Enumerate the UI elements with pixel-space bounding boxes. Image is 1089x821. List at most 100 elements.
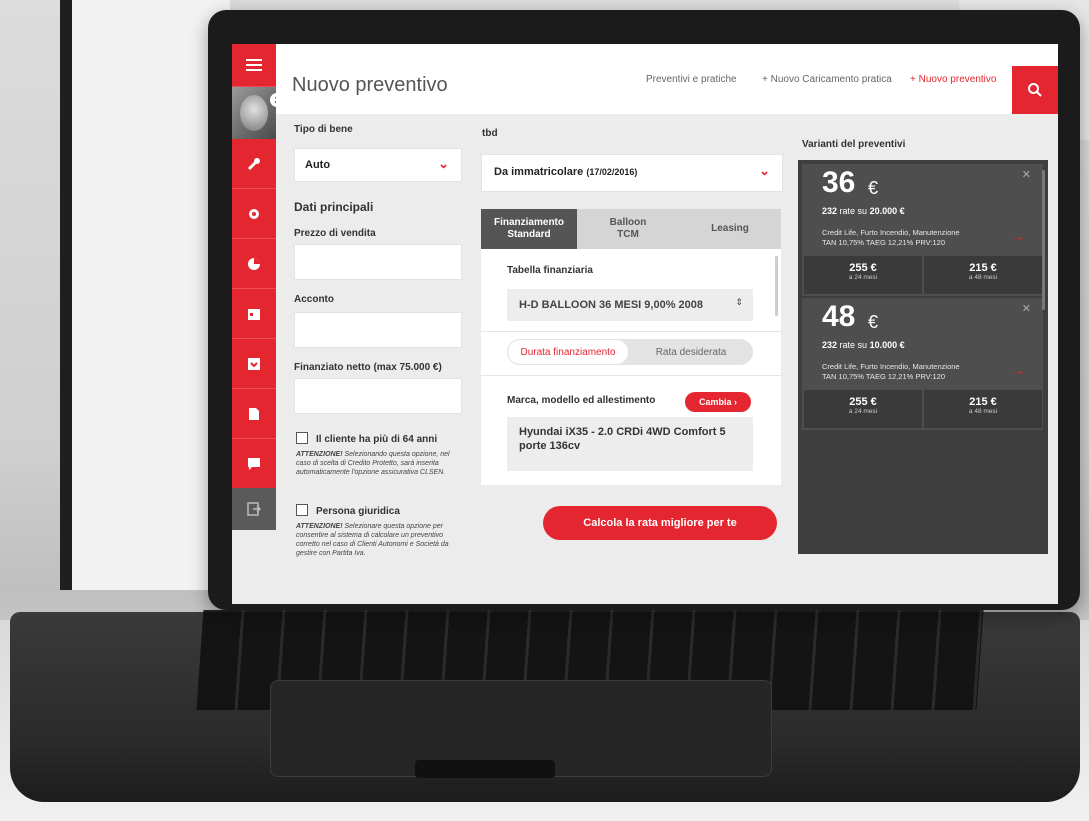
search-button[interactable] xyxy=(1012,66,1058,114)
tab-2-line1: Balloon xyxy=(609,217,647,228)
alt-48-months: a 48 mesi xyxy=(968,408,998,415)
variant-currency: € xyxy=(868,312,879,332)
alt-48[interactable]: 215 € a 48 mesi xyxy=(924,390,1042,428)
variant-services: Credit Life, Furto Incendio, Manutenzion… xyxy=(822,362,960,371)
arrow-right-icon[interactable]: → xyxy=(1011,362,1025,378)
variant-services: Credit Life, Furto Incendio, Manutenzion… xyxy=(822,228,960,237)
calendar-icon[interactable] xyxy=(232,289,276,339)
tab-panel: Tabella finanziaria H-D BALLOON 36 MESI … xyxy=(481,249,781,485)
acconto-label: Acconto xyxy=(294,294,334,305)
page-title: Nuovo preventivo xyxy=(292,74,448,96)
updown-icon: ⇕ xyxy=(735,297,743,307)
tab-1-line2: Standard xyxy=(507,229,551,240)
chat-icon[interactable] xyxy=(232,439,276,489)
tabella-value: H-D BALLOON 36 MESI 9,00% 2008 xyxy=(519,299,704,311)
cliente-note: ATTENZIONE! Selezionando questa opzione,… xyxy=(296,450,466,477)
tab-2-line2: TCM xyxy=(617,229,639,240)
tabella-select[interactable]: H-D BALLOON 36 MESI 9,00% 2008 ⇕ xyxy=(507,289,753,321)
toggle-rata[interactable]: Rata desiderata xyxy=(629,339,753,365)
menu-icon[interactable] xyxy=(232,44,276,87)
avatar-photo xyxy=(240,95,268,131)
finanziato-label: Finanziato netto (max 75.000 €) xyxy=(294,362,442,373)
nav-preventivi-pratiche[interactable]: Preventivi e pratiche xyxy=(646,74,737,85)
alt-24[interactable]: 255 € a 24 mesi xyxy=(804,390,922,428)
marca-label: Marca, modello ed allestimento xyxy=(507,395,656,406)
rate-mid: rate su xyxy=(839,206,868,216)
calcola-button[interactable]: Calcola la rata migliore per te xyxy=(543,506,777,540)
finanziato-input[interactable] xyxy=(294,378,462,414)
laptop-notch xyxy=(415,760,555,778)
tipo-label: Tipo di bene xyxy=(294,124,353,135)
cambia-button[interactable]: Cambia › xyxy=(685,392,751,412)
alt-24-value: 255 € xyxy=(849,262,877,274)
alt-24-value: 255 € xyxy=(849,396,877,408)
tab-3-line1: Leasing xyxy=(711,223,749,234)
close-icon[interactable]: ✕ xyxy=(1022,302,1031,315)
search-icon xyxy=(1028,83,1042,97)
rate-amount: 10.000 € xyxy=(869,340,905,350)
variant-rate: 232 rate su 10.000 € xyxy=(822,340,905,350)
persona-checkbox[interactable] xyxy=(296,504,308,516)
tipo-value: Auto xyxy=(305,159,331,171)
arrow-right-icon[interactable]: → xyxy=(1011,228,1025,244)
tab-leasing[interactable]: Leasing xyxy=(679,209,781,249)
gear-icon[interactable] xyxy=(232,189,276,239)
chevron-down-icon: ⌄ xyxy=(759,163,770,178)
tbd-label: tbd xyxy=(482,128,498,139)
cliente-label: Il cliente ha più di 64 anni xyxy=(316,434,438,445)
divider xyxy=(481,331,781,332)
rate-amount: 20.000 € xyxy=(869,206,905,216)
tab-balloon-tcm[interactable]: Balloon TCM xyxy=(577,209,679,249)
exit-icon[interactable] xyxy=(232,488,276,530)
alt-24-months: a 24 mesi xyxy=(848,408,878,415)
archive-icon[interactable] xyxy=(232,339,276,389)
alt-24[interactable]: 255 € a 24 mesi xyxy=(804,256,922,294)
prezzo-label: Prezzo di vendita xyxy=(294,228,376,239)
rate-count: 232 xyxy=(822,206,838,216)
close-icon[interactable]: ✕ xyxy=(1022,168,1031,181)
model-box: Hyundai iX35 - 2.0 CRDi 4WD Comfort 5 po… xyxy=(507,417,753,471)
immatricolare-text: Da immatricolare xyxy=(494,166,584,178)
persona-note: ATTENZIONE! Selezionare questa opzione p… xyxy=(296,522,466,558)
tabella-label: Tabella finanziaria xyxy=(507,265,593,276)
alt-48-value: 215 € xyxy=(969,262,997,274)
prezzo-input[interactable] xyxy=(294,244,462,280)
pie-chart-icon[interactable] xyxy=(232,239,276,289)
tipo-select[interactable]: Auto ⌄ xyxy=(294,148,462,182)
persona-label: Persona giuridica xyxy=(316,506,400,517)
variant-card[interactable]: ✕ 48 € 232 rate su 10.000 € Credit Life,… xyxy=(802,298,1043,430)
variant-currency: € xyxy=(868,178,879,198)
nav-nuovo-caricamento[interactable]: + Nuovo Caricamento pratica xyxy=(762,74,892,85)
toggle-durata[interactable]: Durata finanziamento xyxy=(507,339,629,365)
variant-terms: TAN 10,75% TAEG 12,21% PRV:120 xyxy=(822,238,945,247)
sidebar: 2 xyxy=(232,44,284,530)
variant-months: 36 xyxy=(822,166,856,199)
cliente-checkbox[interactable] xyxy=(296,432,308,444)
acconto-input[interactable] xyxy=(294,312,462,348)
variant-card[interactable]: ✕ 36 € 232 rate su 20.000 € Credit Life,… xyxy=(802,164,1043,296)
avatar[interactable]: 2 xyxy=(232,87,284,139)
alt-48[interactable]: 215 € a 48 mesi xyxy=(924,256,1042,294)
app-screen: 2 Nuovo preventivo Preventivi e pratiche… xyxy=(232,44,1058,604)
variants-scrollbar[interactable] xyxy=(1042,170,1045,310)
alt-48-value: 215 € xyxy=(969,396,997,408)
immatricolare-select[interactable]: Da immatricolare (17/02/2016) ⌄ xyxy=(481,154,783,192)
cambia-label: Cambia xyxy=(698,397,732,407)
wrench-icon[interactable] xyxy=(232,139,276,189)
tab-finanziamento-standard[interactable]: Finanziamento Standard xyxy=(481,209,577,249)
document-icon[interactable] xyxy=(232,389,276,439)
immatricolare-date: (17/02/2016) xyxy=(586,167,638,177)
chevron-down-icon: ⌄ xyxy=(438,156,449,171)
persona-note-strong: ATTENZIONE! xyxy=(296,523,343,530)
alt-48-months: a 48 mesi xyxy=(968,274,998,281)
alt-24-months: a 24 mesi xyxy=(848,274,878,281)
toggle-group: Durata finanziamento Rata desiderata xyxy=(507,339,753,365)
divider xyxy=(481,375,781,376)
scrollbar[interactable] xyxy=(775,256,778,316)
immatricolare-value: Da immatricolare (17/02/2016) xyxy=(494,166,637,178)
variants-title: Varianti del preventivi xyxy=(802,139,906,150)
model-value: Hyundai iX35 - 2.0 CRDi 4WD Comfort 5 po… xyxy=(519,426,726,452)
nav-nuovo-preventivo[interactable]: + Nuovo preventivo xyxy=(910,74,996,85)
rate-count: 232 xyxy=(822,340,838,350)
tab-1-line1: Finanziamento xyxy=(493,217,564,228)
